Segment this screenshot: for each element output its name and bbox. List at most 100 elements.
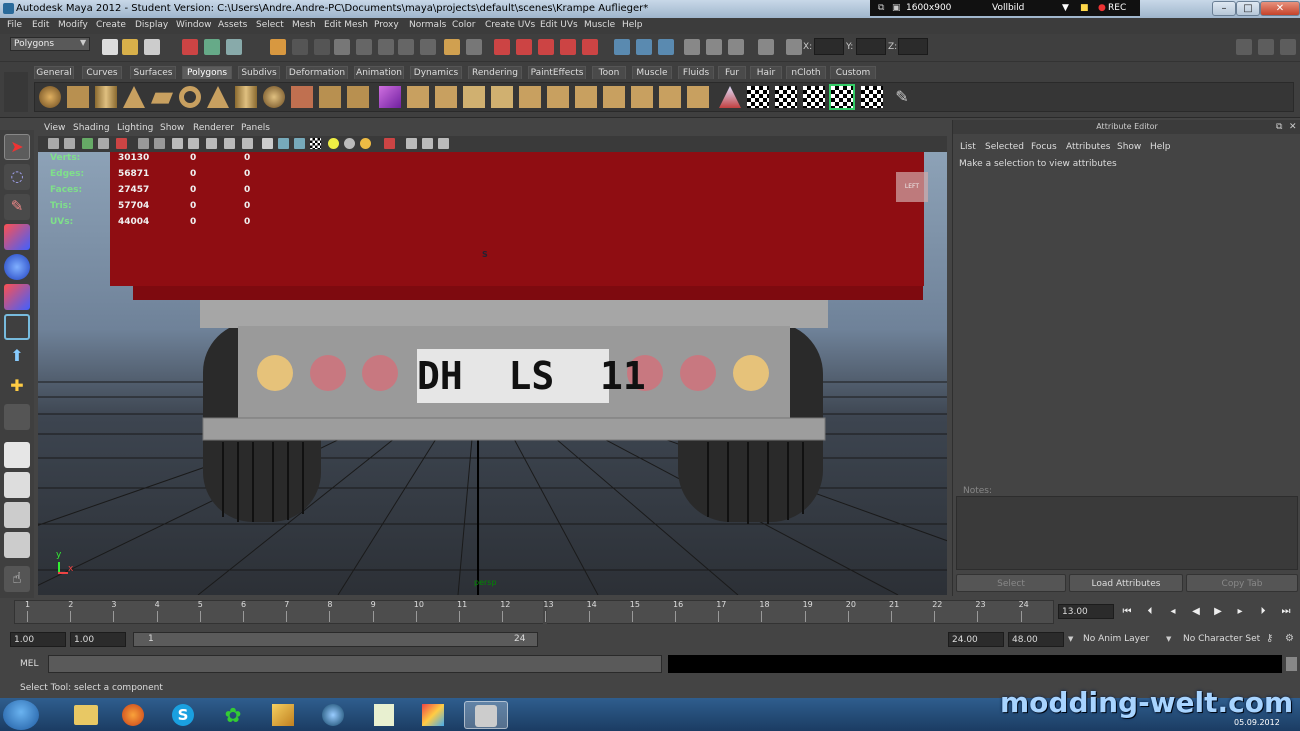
channel-icon[interactable] xyxy=(728,39,744,55)
channel-box-icon[interactable] xyxy=(1280,39,1296,55)
graph-editor-icon[interactable] xyxy=(706,39,722,55)
show-manip-icon[interactable]: ✚ xyxy=(4,374,30,400)
menu-normals[interactable]: Normals xyxy=(409,20,446,30)
tab-animation[interactable]: Animation xyxy=(354,66,404,79)
bridge-icon[interactable] xyxy=(435,86,457,108)
vp-menu-renderer[interactable]: Renderer xyxy=(193,123,234,133)
edge-mask-icon[interactable] xyxy=(314,39,330,55)
append-polygon-icon[interactable] xyxy=(463,86,485,108)
ae-menu-show[interactable]: Show xyxy=(1117,142,1141,152)
menu-display[interactable]: Display xyxy=(135,20,168,30)
snap-grid-icon[interactable] xyxy=(356,39,372,55)
select-component-icon[interactable] xyxy=(226,39,242,55)
outliner-icon[interactable] xyxy=(658,39,674,55)
render-settings-icon[interactable] xyxy=(538,39,554,55)
character-set-dropdown[interactable]: No Character Set xyxy=(1183,634,1260,644)
relative-transform-icon[interactable] xyxy=(758,39,774,55)
custom-tool-icon[interactable]: ☝ xyxy=(4,566,30,592)
gate-mask-icon[interactable] xyxy=(188,138,199,149)
skype-taskbar-icon[interactable]: S xyxy=(162,701,206,729)
explorer-taskbar-icon[interactable] xyxy=(64,701,108,729)
menu-edit-mesh[interactable]: Edit Mesh xyxy=(324,20,368,30)
char-set-arrow-icon[interactable]: ▼ xyxy=(1166,635,1171,643)
poly-pipe-icon[interactable] xyxy=(235,86,257,108)
select-hierarchy-icon[interactable] xyxy=(182,39,198,55)
camera-attr-icon[interactable] xyxy=(64,138,75,149)
hypershade-icon[interactable] xyxy=(560,39,576,55)
four-pane-layout-icon[interactable] xyxy=(4,472,30,498)
ae-menu-selected[interactable]: Selected xyxy=(985,142,1024,152)
xray-icon[interactable] xyxy=(406,138,417,149)
menu-edit[interactable]: Edit xyxy=(32,20,49,30)
step-forward-frame-button[interactable]: ▸ xyxy=(1233,605,1247,619)
ambient-occlusion-icon[interactable] xyxy=(360,138,371,149)
chevron-down-icon[interactable]: ▼ xyxy=(80,38,86,47)
viewcube[interactable]: LEFT xyxy=(896,172,928,202)
app-taskbar-icon[interactable] xyxy=(262,701,306,729)
tab-custom[interactable]: Custom xyxy=(830,66,876,79)
ipr-render-icon[interactable] xyxy=(516,39,532,55)
bevel-icon[interactable] xyxy=(575,86,597,108)
xray-joints-icon[interactable] xyxy=(422,138,433,149)
sculpt-icon[interactable] xyxy=(719,86,741,108)
camera-select-icon[interactable] xyxy=(48,138,59,149)
tab-curves[interactable]: Curves xyxy=(82,66,122,79)
select-tool-icon[interactable]: ➤ xyxy=(4,134,30,160)
menu-proxy[interactable]: Proxy xyxy=(374,20,399,30)
input-output-icon[interactable] xyxy=(614,39,630,55)
step-forward-key-button[interactable]: ⏵ xyxy=(1256,605,1270,619)
tab-rendering[interactable]: Rendering xyxy=(468,66,522,79)
poly-torus-icon[interactable] xyxy=(179,86,201,108)
y-field[interactable] xyxy=(856,38,886,55)
select-object-icon[interactable] xyxy=(204,39,220,55)
film-gate-icon[interactable] xyxy=(154,138,165,149)
mel-label[interactable]: MEL xyxy=(20,659,38,669)
last-tool-icon[interactable] xyxy=(4,404,30,430)
recorder-mode[interactable]: Vollbild xyxy=(992,0,1024,16)
insert-edge-loop-icon[interactable] xyxy=(519,86,541,108)
maximize-button[interactable]: □ xyxy=(1236,1,1260,16)
save-scene-icon[interactable] xyxy=(144,39,160,55)
x-field[interactable] xyxy=(814,38,844,55)
poly-cylinder-icon[interactable] xyxy=(95,86,117,108)
ae-menu-help[interactable]: Help xyxy=(1150,142,1171,152)
poly-cone-icon[interactable] xyxy=(123,86,145,108)
vp-menu-lighting[interactable]: Lighting xyxy=(117,123,153,133)
animation-start-field[interactable]: 1.00 xyxy=(10,632,66,647)
pick-mask-icon[interactable] xyxy=(270,39,286,55)
play-backward-button[interactable]: ◀ xyxy=(1189,605,1203,619)
tab-deformation[interactable]: Deformation xyxy=(286,66,348,79)
tab-ncloth[interactable]: nCloth xyxy=(786,66,826,79)
safe-action-icon[interactable] xyxy=(224,138,235,149)
scale-tool-icon[interactable] xyxy=(4,284,30,310)
textured-icon[interactable] xyxy=(310,138,321,149)
notepad-taskbar-icon[interactable] xyxy=(362,701,406,729)
anim-layer-arrow-icon[interactable]: ▼ xyxy=(1068,635,1073,643)
construction-history-icon[interactable] xyxy=(466,39,482,55)
render-icon[interactable] xyxy=(494,39,510,55)
extrude-icon[interactable] xyxy=(407,86,429,108)
panel-close-icon[interactable]: ✕ xyxy=(1289,122,1297,132)
menu-muscle[interactable]: Muscle xyxy=(584,20,615,30)
go-to-end-button[interactable]: ⏭ xyxy=(1279,605,1293,619)
playback-start-field[interactable]: 1.00 xyxy=(70,632,126,647)
lasso-tool-icon[interactable]: ◌ xyxy=(4,164,30,190)
input-field-icon[interactable] xyxy=(636,39,652,55)
rotate-tool-icon[interactable] xyxy=(4,254,30,280)
menu-create-uvs[interactable]: Create UVs xyxy=(485,20,535,30)
select-button[interactable]: Select xyxy=(956,574,1066,592)
ae-menu-attributes[interactable]: Attributes xyxy=(1066,142,1110,152)
spherical-mapping-icon[interactable] xyxy=(803,86,825,108)
offset-edge-loop-icon[interactable] xyxy=(547,86,569,108)
paint-taskbar-icon[interactable] xyxy=(412,701,456,729)
outliner-layout-icon[interactable] xyxy=(4,502,30,528)
close-button[interactable]: ✕ xyxy=(1260,1,1300,16)
auto-mapping-icon[interactable] xyxy=(829,84,855,110)
snap-curve-icon[interactable] xyxy=(378,39,394,55)
tab-hair[interactable]: Hair xyxy=(750,66,782,79)
paint-select-icon[interactable]: ✎ xyxy=(4,194,30,220)
menu-modify[interactable]: Modify xyxy=(58,20,88,30)
open-scene-icon[interactable] xyxy=(122,39,138,55)
menu-help[interactable]: Help xyxy=(622,20,643,30)
range-slider[interactable]: 1 24 xyxy=(133,632,538,647)
